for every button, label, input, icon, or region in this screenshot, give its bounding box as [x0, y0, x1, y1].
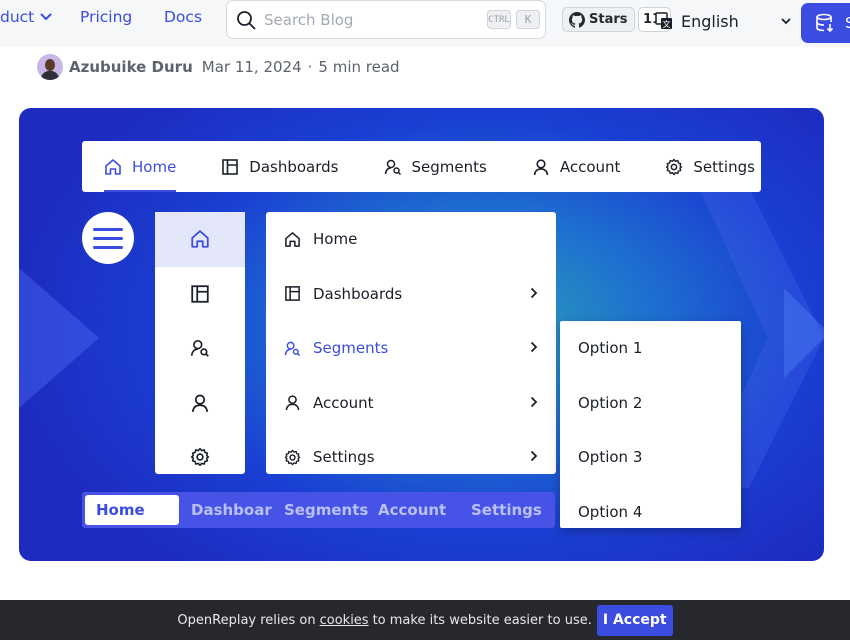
cookies-link[interactable]: cookies — [320, 613, 369, 628]
nav-docs-link[interactable]: Docs — [164, 8, 202, 26]
tab-account: Account — [378, 501, 447, 519]
side-menu-item-settings: Settings — [266, 430, 556, 485]
tab-settings: Settings — [471, 501, 542, 519]
submenu-option: Option 2 — [578, 393, 643, 412]
accept-cookies-button[interactable]: I Accept — [596, 604, 673, 636]
nav-pricing-link[interactable]: Pricing — [80, 8, 132, 26]
side-menu-label: Dashboards — [313, 284, 403, 303]
cookie-banner: OpenReplay relies on cookies to make its… — [0, 600, 850, 640]
rail-item-settings — [155, 430, 245, 485]
home-icon — [191, 230, 209, 248]
nav-product-dropdown[interactable]: duct — [0, 8, 52, 26]
search-placeholder: Search Blog — [264, 10, 354, 29]
github-stars-label: Stars — [589, 12, 628, 27]
gear-icon — [190, 448, 210, 467]
submenu-option: Option 1 — [578, 339, 643, 358]
nav-product-label: duct — [0, 8, 35, 26]
cookie-text: OpenReplay relies on — [177, 612, 316, 628]
home-icon — [285, 231, 300, 247]
rail-item-home — [155, 212, 245, 267]
chevron-right-icon — [530, 396, 538, 407]
search-input[interactable]: Search Blog CTRL K — [226, 0, 546, 39]
side-menu-label: Account — [313, 393, 374, 412]
article-meta: Azubuike Duru Mar 11, 2024 · 5 min read — [37, 54, 400, 80]
tab-home: Home — [85, 495, 179, 525]
submenu-option: Option 4 — [578, 502, 643, 521]
translate-icon: 文 — [655, 12, 672, 29]
segments-icon — [284, 341, 301, 356]
illustration-icon-rail — [155, 212, 245, 474]
top-menu-item-settings: Settings — [665, 141, 755, 192]
read-time: 5 min read — [318, 58, 400, 76]
user-icon — [285, 395, 300, 411]
gear-icon — [284, 449, 301, 465]
segments-icon — [190, 340, 209, 358]
chevron-down-icon — [781, 17, 791, 24]
chevron-right-icon — [530, 287, 538, 298]
top-menu-label: Settings — [693, 157, 755, 176]
rail-item-account — [155, 376, 245, 431]
chevron-right-icon — [530, 341, 538, 353]
side-menu-label: Home — [313, 230, 358, 249]
github-stars-button[interactable]: Stars — [562, 7, 635, 32]
shortcut-k-key: K — [516, 10, 540, 29]
language-selector[interactable]: 文 English — [655, 7, 791, 35]
side-menu-item-home: Home — [266, 212, 556, 267]
publish-date: Mar 11, 2024 — [201, 58, 302, 76]
dashboard-icon — [285, 286, 300, 302]
illustration-submenu: Option 1 Option 2 Option 3 Option 4 — [560, 321, 741, 528]
chevron-right-icon — [530, 450, 538, 462]
user-icon — [533, 158, 549, 175]
hamburger-menu-icon — [82, 212, 134, 264]
author-avatar — [37, 54, 63, 80]
illustration-tab-bar: Home Dashboards Segments Account Setting… — [82, 492, 555, 528]
top-menu-item-segments: Segments — [384, 141, 487, 192]
decorative-arrow-left — [19, 268, 99, 408]
side-menu-item-segments: Segments — [266, 321, 556, 376]
side-menu-label: Settings — [313, 448, 375, 467]
illustration-top-menu: Home Dashboards Segments Account Setting… — [82, 141, 761, 192]
language-value: English — [681, 11, 739, 31]
illustration-side-menu: Home Dashboards Segments Account Setting… — [266, 212, 556, 474]
tab-dashboards: Dashboards — [191, 501, 272, 519]
tab-segments: Segments — [284, 501, 369, 519]
top-menu-item-dashboards: Dashboards — [221, 141, 339, 192]
meta-separator: · — [307, 58, 313, 76]
hero-image: Home Dashboards Segments Account Setting… — [19, 108, 824, 561]
top-menu-label: Dashboards — [249, 157, 339, 176]
side-menu-item-account: Account — [266, 376, 556, 431]
cookie-text-after: to make its website easier to use. — [372, 612, 592, 628]
top-menu-item-account: Account — [532, 141, 621, 192]
rail-item-dashboards — [155, 267, 245, 322]
decorative-arrow-right — [784, 288, 824, 378]
submenu-option: Option 3 — [578, 448, 643, 467]
side-menu-item-dashboards: Dashboards — [266, 267, 556, 322]
chevron-down-icon — [40, 13, 52, 21]
side-menu-label: Segments — [313, 339, 389, 358]
database-icon — [816, 13, 834, 33]
segments-icon — [384, 159, 401, 175]
top-menu-label: Account — [559, 157, 621, 176]
top-navigation: duct Pricing Docs Search Blog CTRL K Sta… — [0, 0, 850, 47]
top-menu-label: Segments — [411, 157, 487, 176]
top-menu-item-home: Home — [104, 141, 177, 192]
shortcut-ctrl-key: CTRL — [487, 10, 511, 29]
github-icon — [569, 11, 585, 28]
gear-icon — [666, 158, 683, 175]
home-icon — [105, 158, 121, 175]
author-name[interactable]: Azubuike Duru — [69, 58, 193, 76]
dashboard-icon — [222, 158, 239, 175]
rail-item-segments — [155, 321, 245, 376]
user-icon — [191, 394, 209, 412]
search-icon — [237, 10, 256, 29]
svg-text:文: 文 — [663, 19, 671, 29]
top-menu-label: Home — [132, 157, 177, 176]
dashboard-icon — [191, 285, 209, 303]
signup-label: S — [845, 14, 850, 32]
signup-button[interactable]: S — [801, 3, 850, 43]
